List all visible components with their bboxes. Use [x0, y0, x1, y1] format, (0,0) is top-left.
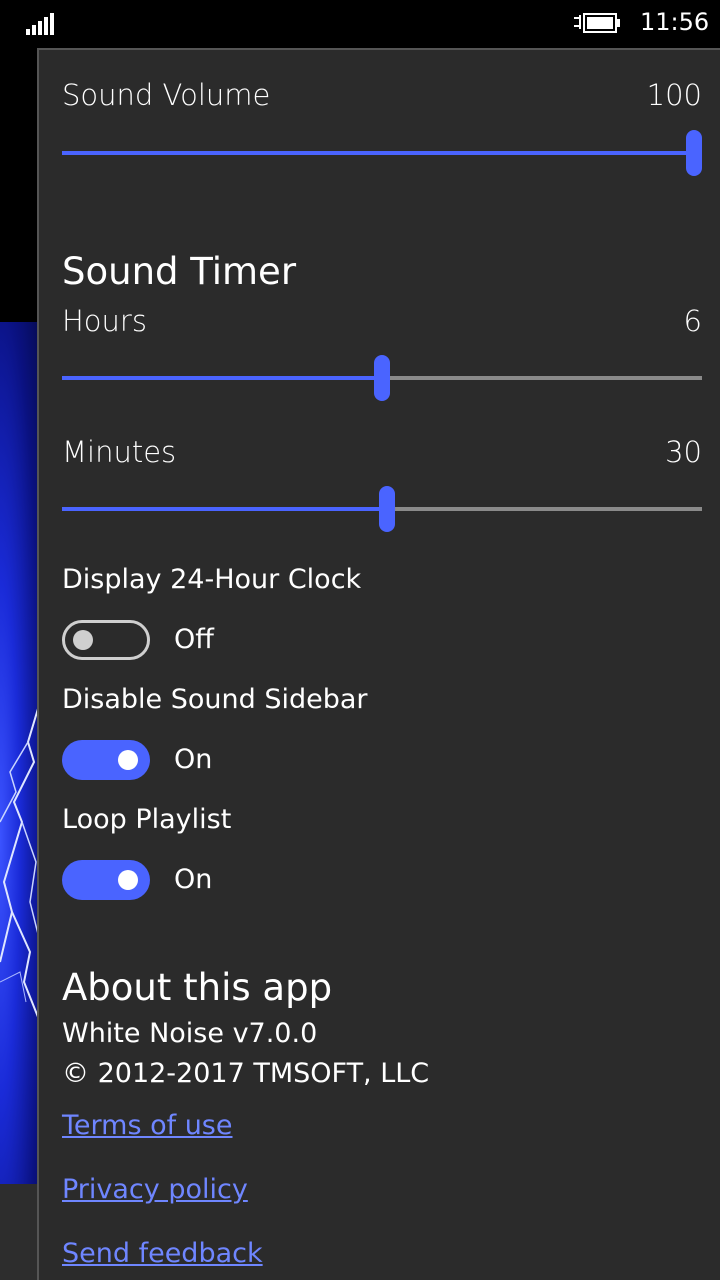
battery-charging-icon — [574, 13, 620, 33]
lightning-image — [0, 701, 40, 1023]
sound-volume-slider[interactable] — [62, 130, 702, 176]
send-feedback-link[interactable]: Send feedback — [62, 1238, 263, 1269]
hours-label: Hours — [62, 304, 147, 338]
copyright-text: © 2012-2017 TMSOFT, LLC — [62, 1058, 430, 1089]
signal-strength-icon — [26, 13, 56, 35]
disable-sound-sidebar-state: On — [174, 744, 213, 775]
display-24-hour-clock-toggle[interactable] — [62, 620, 150, 660]
toggle-knob — [118, 750, 138, 770]
app-version: White Noise v7.0.0 — [62, 1018, 318, 1049]
slider-fill — [62, 376, 382, 380]
disable-sound-sidebar-label: Disable Sound Sidebar — [62, 684, 368, 715]
hours-slider[interactable] — [62, 355, 702, 401]
slider-fill — [62, 507, 388, 511]
background-image — [0, 322, 40, 1184]
privacy-policy-link[interactable]: Privacy policy — [62, 1174, 248, 1205]
minutes-value: 30 — [665, 435, 702, 469]
display-24-hour-clock-state: Off — [174, 624, 214, 655]
slider-thumb[interactable] — [379, 486, 396, 532]
sound-volume-value: 100 — [646, 78, 702, 112]
loop-playlist-label: Loop Playlist — [62, 804, 232, 835]
slider-fill — [62, 151, 694, 155]
toggle-knob — [73, 630, 93, 650]
loop-playlist-state: On — [174, 864, 213, 895]
slider-thumb[interactable] — [374, 355, 390, 401]
settings-panel — [37, 48, 720, 1280]
sound-timer-title: Sound Timer — [62, 250, 297, 293]
minutes-slider[interactable] — [62, 486, 702, 532]
status-clock: 11:56 — [640, 8, 710, 36]
slider-thumb[interactable] — [686, 130, 702, 176]
sound-volume-label: Sound Volume — [62, 78, 271, 112]
status-bar: 11:56 — [0, 0, 720, 48]
about-title: About this app — [62, 966, 333, 1009]
disable-sound-sidebar-toggle[interactable] — [62, 740, 150, 780]
background-bottom — [0, 1184, 40, 1280]
minutes-label: Minutes — [62, 435, 177, 469]
terms-of-use-link[interactable]: Terms of use — [62, 1110, 233, 1141]
loop-playlist-toggle[interactable] — [62, 860, 150, 900]
toggle-knob — [118, 870, 138, 890]
hours-value: 6 — [683, 304, 702, 338]
display-24-hour-clock-label: Display 24-Hour Clock — [62, 564, 362, 595]
